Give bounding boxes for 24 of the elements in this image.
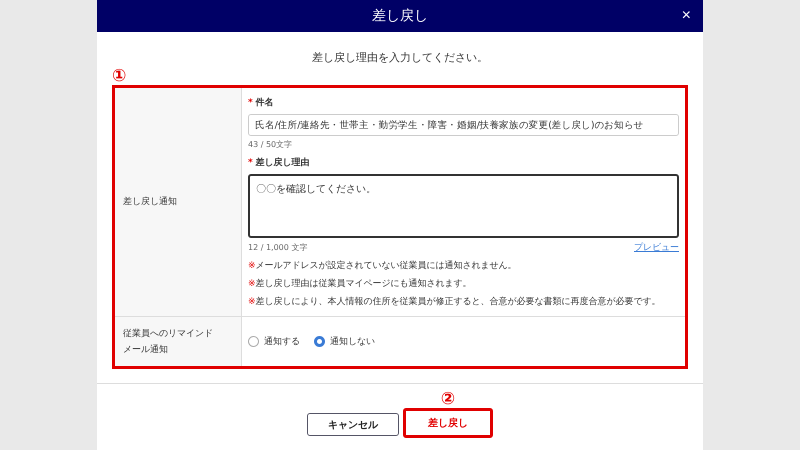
preview-link[interactable]: プレビュー bbox=[634, 241, 679, 254]
radio-button[interactable] bbox=[248, 336, 259, 347]
row-label: メール通知 bbox=[123, 344, 169, 356]
annotation-number: ② bbox=[440, 390, 456, 408]
note-text: ※差し戻しにより、本人情報の住所を従業員が修正すると、合意が必要な書類に再度合意が必要です。 bbox=[248, 296, 662, 308]
subject-field[interactable]: 氏名/住所/連絡先・世帯主・勤労学生・障害・婚姻/扶養家族の変更(差し戻し)のお知らせ bbox=[248, 114, 679, 136]
cancel-button[interactable]: キャンセル bbox=[307, 413, 399, 436]
note-text: ※メールアドレスが設定されていない従業員には通知されません。 bbox=[248, 260, 518, 272]
field-label: * 件名 bbox=[248, 96, 275, 109]
close-button[interactable]: × bbox=[680, 6, 693, 26]
annotation-number: ① bbox=[112, 67, 126, 85]
character-count: 43 / 50文字 bbox=[248, 139, 292, 150]
radio-label: 通知しない bbox=[330, 336, 375, 348]
note-text: ※差し戻し理由は従業員マイページにも通知されます。 bbox=[248, 278, 473, 290]
return-button[interactable]: 差し戻し bbox=[403, 408, 493, 438]
row-label: 従業員へのリマインド bbox=[123, 328, 213, 340]
dialog-title: 差し戻し bbox=[372, 7, 428, 25]
radio-label: 通知する bbox=[264, 336, 300, 348]
radio-button[interactable] bbox=[314, 336, 325, 347]
field-label: * 差し戻し理由 bbox=[248, 156, 311, 169]
row-label: 差し戻し通知 bbox=[123, 196, 177, 209]
character-count: 12 / 1,000 文字 bbox=[248, 242, 308, 253]
instruction-text: 差し戻し理由を入力してください。 bbox=[311, 50, 489, 65]
reason-field[interactable]: 〇〇を確認してください。 bbox=[248, 174, 679, 238]
